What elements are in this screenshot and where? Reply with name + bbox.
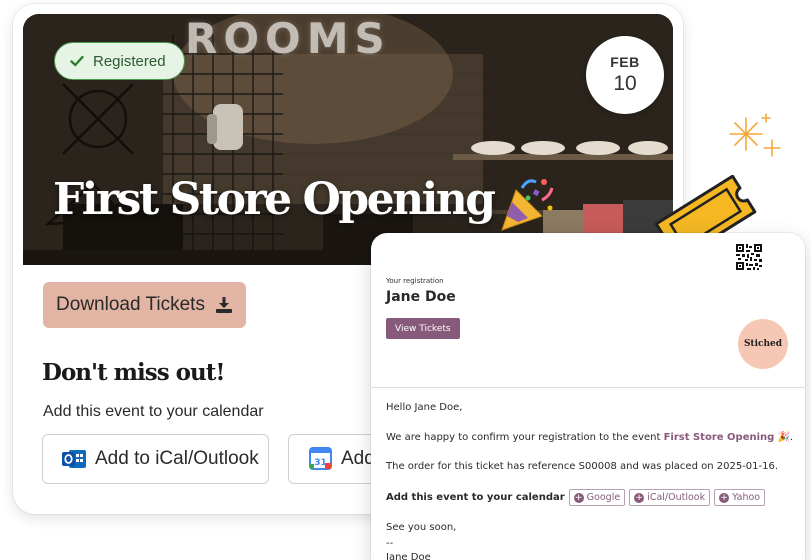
company-logo: Stiched (738, 319, 788, 369)
view-tickets-button[interactable]: View Tickets (386, 318, 460, 339)
event-cover-image: ROOMS Registered FEB 10 First Store Open… (23, 14, 673, 265)
google-link-label: Google (586, 492, 621, 503)
qr-code-icon (736, 244, 762, 270)
google-calendar-icon-text: 31 (314, 458, 327, 468)
add-to-ical-outlook-label: Add to iCal/Outlook (95, 448, 259, 469)
email-order-line: The order for this ticket has reference … (386, 461, 779, 472)
check-icon (70, 55, 84, 67)
party-popper-icon (501, 179, 554, 231)
confirmation-emoji: 🎉. (774, 432, 794, 443)
email-calendar-label: Add this event to your calendar (386, 492, 565, 503)
view-tickets-label: View Tickets (395, 323, 451, 334)
event-date-badge: FEB 10 (586, 36, 664, 114)
event-title: First Store Opening (53, 174, 496, 225)
registered-badge: Registered (54, 42, 185, 80)
plus-circle-icon: + (573, 492, 584, 503)
plus-circle-icon: + (719, 492, 730, 503)
ical-outlook-link[interactable]: + iCal/Outlook (629, 489, 711, 506)
email-preview-card: Your registration Jane Doe View Tickets … (371, 233, 805, 560)
email-signature-separator: -- (386, 538, 394, 549)
your-registration-label: Your registration (386, 277, 444, 285)
company-logo-text: Stiched (743, 339, 783, 349)
store-sign: ROOMS (185, 14, 391, 63)
attendee-name: Jane Doe (386, 289, 456, 305)
registered-label: Registered (93, 52, 166, 70)
event-day: 10 (613, 72, 637, 95)
yahoo-calendar-link[interactable]: + Yahoo (714, 489, 766, 506)
ical-outlook-link-label: iCal/Outlook (647, 492, 706, 503)
download-icon (215, 297, 232, 313)
event-name-link[interactable]: First Store Opening (664, 432, 775, 443)
email-confirmation-line: We are happy to confirm your registratio… (386, 432, 793, 443)
download-tickets-button[interactable]: Download Tickets (43, 282, 246, 328)
event-month: FEB (610, 54, 640, 70)
add-to-ical-outlook-button[interactable]: Add to iCal/Outlook (42, 434, 269, 484)
sparkle-icon (729, 113, 781, 157)
email-greeting: Hello Jane Doe, (386, 402, 463, 413)
plus-circle-icon: + (634, 492, 645, 503)
email-signature: Jane Doe (386, 552, 431, 560)
outlook-calendar-icon (62, 450, 86, 468)
email-divider (371, 387, 805, 388)
yahoo-link-label: Yahoo (732, 492, 761, 503)
add-to-calendar-text: Add this event to your calendar (43, 403, 264, 420)
section-heading: Don't miss out! (42, 359, 225, 386)
download-tickets-label: Download Tickets (56, 294, 205, 315)
email-closing: See you soon, (386, 522, 457, 533)
confirmation-text: We are happy to confirm your registratio… (386, 432, 664, 443)
add-to-google-calendar-label: Add (341, 448, 375, 469)
email-calendar-links: Add this event to your calendar + Google… (386, 489, 766, 506)
google-calendar-link[interactable]: + Google (568, 489, 626, 506)
google-calendar-icon: 31 (309, 447, 332, 470)
